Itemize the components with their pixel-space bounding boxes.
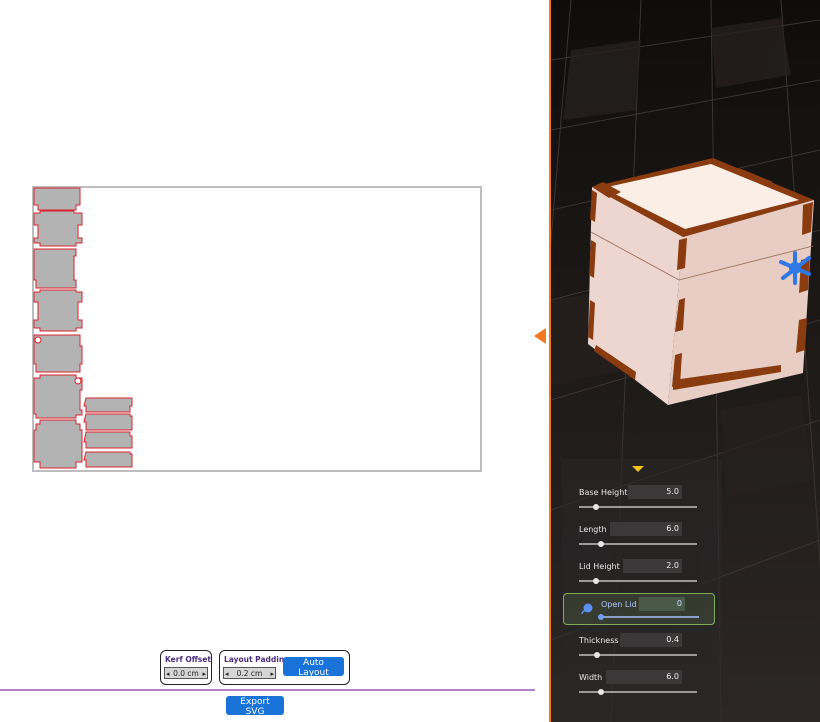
thickness-value[interactable]: 0.4 <box>620 633 682 647</box>
width-slider-thumb[interactable] <box>598 689 605 695</box>
kerf-offset-value: 0.0 cm <box>173 669 199 678</box>
open-lid-control[interactable]: Open Lid 0 <box>563 593 715 625</box>
toolbar-divider <box>0 689 535 691</box>
lid-height-value[interactable]: 2.0 <box>623 559 682 573</box>
stepper-left-arrow-icon[interactable]: ◂ <box>166 668 170 680</box>
auto-layout-button[interactable]: Auto Layout <box>283 657 344 678</box>
layout-padding-group: Layout Padding ◂ 0.2 cm ▸ Auto Layout <box>219 650 350 685</box>
open-lid-value[interactable]: 0 <box>639 597 685 611</box>
stepper-left-arrow-icon[interactable]: ◂ <box>225 668 229 680</box>
kerf-offset-label: Kerf Offset <box>165 655 211 664</box>
layout-padding-stepper[interactable]: ◂ 0.2 cm ▸ <box>223 667 276 679</box>
material-sheet <box>32 186 482 472</box>
stepper-right-arrow-icon[interactable]: ▸ <box>202 668 206 680</box>
thickness-label: Thickness <box>579 636 619 645</box>
open-lid-slider[interactable] <box>601 616 699 618</box>
open-lid-slider-thumb[interactable] <box>598 614 604 620</box>
base-height-slider-thumb[interactable] <box>592 504 599 510</box>
export-svg-button[interactable]: Export SVG <box>226 696 284 717</box>
lid-height-label: Lid Height <box>579 562 620 571</box>
width-value[interactable]: 6.0 <box>606 670 682 684</box>
open-lid-label: Open Lid <box>601 600 637 609</box>
length-slider[interactable] <box>579 543 697 545</box>
layout-padding-value: 0.2 cm <box>236 669 263 678</box>
stepper-right-arrow-icon[interactable]: ▸ <box>270 668 274 680</box>
thickness-slider-thumb[interactable] <box>593 652 600 658</box>
lid-height-slider-thumb[interactable] <box>592 578 599 584</box>
layout-padding-label: Layout Padding <box>224 655 290 664</box>
length-value[interactable]: 6.0 <box>610 522 682 536</box>
layout-pane: Kerf Offset ◂ 0.0 cm ▸ Layout Padding ◂ … <box>0 0 549 722</box>
base-height-label: Base Height <box>579 488 628 497</box>
width-slider[interactable] <box>579 691 697 693</box>
length-label: Length <box>579 525 607 534</box>
base-height-value[interactable]: 5.0 <box>628 485 682 499</box>
width-label: Width <box>579 673 603 682</box>
length-slider-thumb[interactable] <box>598 541 605 547</box>
box-model[interactable] <box>588 158 814 405</box>
paint-drop-icon <box>581 603 593 615</box>
parameters-panel: Base Height 5.0 Length 6.0 Lid Height 2.… <box>562 459 722 722</box>
kerf-offset-group: Kerf Offset ◂ 0.0 cm ▸ <box>160 650 212 685</box>
chevron-down-triangle-icon[interactable] <box>632 466 644 472</box>
kerf-offset-stepper[interactable]: ◂ 0.0 cm ▸ <box>164 667 208 679</box>
